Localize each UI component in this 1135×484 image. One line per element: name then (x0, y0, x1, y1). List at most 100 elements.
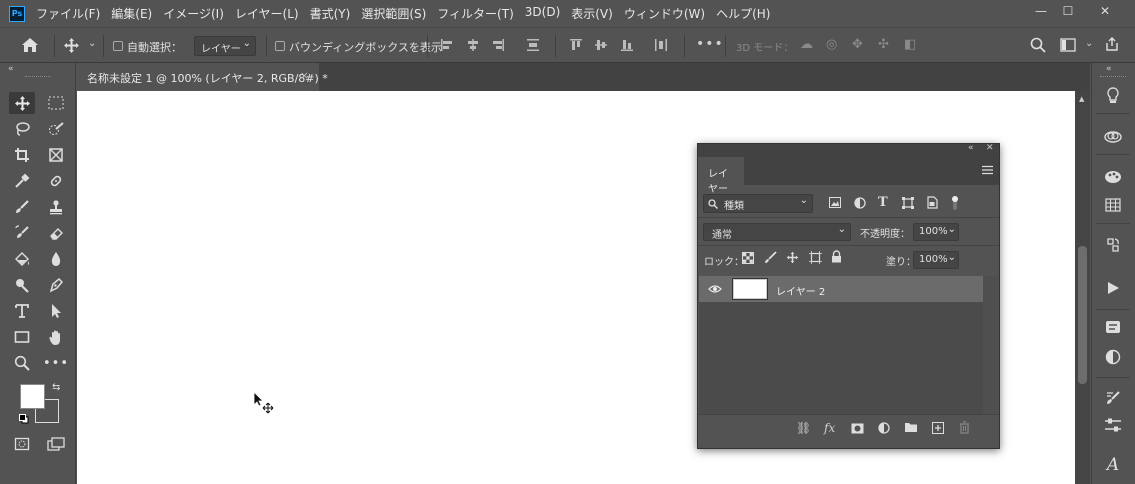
auto-select-dropdown[interactable]: レイヤー ⌄ (194, 36, 256, 56)
menu-3d[interactable]: 3D(D) (525, 5, 560, 22)
history-icon[interactable] (1102, 235, 1124, 255)
history-brush-icon[interactable] (9, 222, 35, 244)
scroll-up-icon[interactable]: ▲ (1079, 95, 1084, 103)
menu-type[interactable]: 書式(Y) (310, 5, 351, 22)
layer-row[interactable]: レイヤー 2 (699, 276, 983, 302)
move-icon[interactable] (63, 37, 80, 54)
healing-icon[interactable] (43, 170, 69, 192)
panel-menu-icon[interactable] (982, 165, 993, 178)
more-tools-icon[interactable]: ••• (43, 352, 69, 374)
marquee-icon[interactable] (43, 92, 69, 114)
scrollbar-thumb[interactable] (1078, 246, 1087, 384)
collapse-panel-icon[interactable]: « (968, 143, 974, 153)
layer-name[interactable]: レイヤー 2 (776, 283, 825, 298)
3d-video-icon[interactable]: ◧ (904, 37, 916, 52)
align-right-icon[interactable] (491, 38, 505, 52)
workspace-icon[interactable] (1060, 38, 1076, 52)
filter-smart-object-icon[interactable] (926, 196, 938, 212)
eraser-icon[interactable] (43, 222, 69, 244)
layer-style-icon[interactable]: fx (824, 421, 835, 435)
menu-help[interactable]: ヘルプ(H) (716, 5, 770, 22)
eye-icon[interactable] (708, 284, 722, 297)
move-tool-icon[interactable] (9, 92, 35, 114)
maximize-button[interactable]: ☐ (1057, 4, 1079, 20)
lock-transparent-icon[interactable] (742, 252, 754, 267)
distribute-vertical-icon[interactable] (526, 38, 540, 52)
path-select-icon[interactable] (43, 300, 69, 322)
default-colors-icon[interactable] (19, 414, 29, 424)
opacity-input[interactable]: 100% ⌄ (913, 223, 959, 241)
close-button[interactable]: ✕ (1094, 4, 1116, 20)
brush-icon[interactable] (9, 196, 35, 218)
menu-window[interactable]: ウィンドウ(W) (624, 5, 705, 22)
vertical-scrollbar[interactable]: ▲ (1075, 91, 1090, 484)
menu-edit[interactable]: 編集(E) (111, 5, 152, 22)
3d-slide-icon[interactable]: ✣ (878, 37, 889, 52)
lock-pixels-icon[interactable] (764, 251, 777, 267)
close-tab-icon[interactable]: × (300, 69, 309, 82)
panel-grip[interactable] (1100, 76, 1126, 78)
3d-pan-icon[interactable]: ✥ (852, 37, 863, 52)
menu-image[interactable]: イメージ(I) (163, 5, 224, 22)
layer-thumbnail[interactable] (732, 278, 768, 300)
panel-grip[interactable] (25, 76, 51, 78)
actions-icon[interactable] (1102, 278, 1124, 298)
lock-all-icon[interactable] (831, 250, 842, 266)
crop-icon[interactable] (9, 144, 35, 166)
zoom-icon[interactable] (9, 352, 35, 374)
quick-mask-icon[interactable] (9, 433, 35, 455)
hand-icon[interactable] (43, 326, 69, 348)
layer-filter-dropdown[interactable]: 種類 ⌄ (703, 194, 813, 213)
blend-mode-dropdown[interactable]: 通常 ⌄ (703, 223, 851, 241)
menu-view[interactable]: 表示(V) (571, 5, 613, 22)
layers-list-scrollbar[interactable] (983, 276, 998, 414)
3d-orbit-icon[interactable]: ☁ (800, 37, 813, 52)
search-icon[interactable] (1030, 37, 1046, 53)
dodge-icon[interactable] (9, 274, 35, 296)
new-group-icon[interactable] (904, 422, 918, 436)
menu-filter[interactable]: フィルター(T) (437, 5, 513, 22)
share-icon[interactable] (1104, 36, 1120, 52)
properties-icon[interactable] (1102, 317, 1124, 337)
swap-colors-icon[interactable]: ⇆ (52, 382, 60, 393)
link-layers-icon[interactable]: ⛓ (796, 421, 811, 435)
filter-pixel-icon[interactable] (829, 197, 841, 211)
tool-preset-chevron-icon[interactable]: ⌄ (88, 38, 96, 49)
layers-tab[interactable]: レイヤー (698, 157, 744, 195)
3d-roll-icon[interactable]: ◎ (826, 37, 837, 52)
quick-select-icon[interactable] (43, 118, 69, 140)
document-tab[interactable]: 名称未設定 1 @ 100% (レイヤー 2, RGB/8#) * × (77, 63, 328, 91)
menu-select[interactable]: 選択範囲(S) (361, 5, 426, 22)
align-left-icon[interactable] (440, 38, 454, 52)
type-icon[interactable] (9, 300, 35, 322)
brushes-icon[interactable] (1102, 388, 1124, 408)
layers-panel-header[interactable]: « ✕ (698, 143, 999, 157)
lock-position-icon[interactable] (786, 251, 799, 267)
add-mask-icon[interactable] (851, 423, 864, 437)
filter-toggle-icon[interactable] (950, 195, 960, 214)
auto-select-checkbox[interactable] (113, 41, 123, 51)
collapse-icon[interactable]: « (8, 64, 14, 74)
blur-icon[interactable] (43, 248, 69, 270)
rectangle-icon[interactable] (9, 326, 35, 348)
align-hcenter-icon[interactable] (466, 38, 480, 52)
fill-input[interactable]: 100% ⌄ (913, 251, 959, 269)
new-adjustment-icon[interactable] (878, 422, 891, 438)
lasso-icon[interactable] (9, 118, 35, 140)
adjustments-icon[interactable] (1102, 347, 1124, 367)
glyphs-icon[interactable]: A (1102, 455, 1124, 475)
more-options-icon[interactable]: ••• (696, 36, 724, 52)
filter-type-icon[interactable]: T (878, 195, 888, 210)
align-top-icon[interactable] (569, 38, 583, 52)
delete-layer-icon[interactable] (959, 421, 970, 437)
menu-layer[interactable]: レイヤー(L) (235, 5, 299, 22)
tool-presets-icon[interactable] (1102, 415, 1124, 435)
menu-file[interactable]: ファイル(F) (36, 5, 100, 22)
lock-artboard-icon[interactable] (809, 251, 822, 267)
home-icon[interactable] (21, 37, 39, 53)
color-icon[interactable] (1102, 167, 1124, 187)
frame-icon[interactable] (43, 144, 69, 166)
bucket-icon[interactable] (9, 248, 35, 270)
libraries-icon[interactable] (1102, 126, 1124, 146)
show-bbox-checkbox[interactable] (275, 41, 285, 51)
